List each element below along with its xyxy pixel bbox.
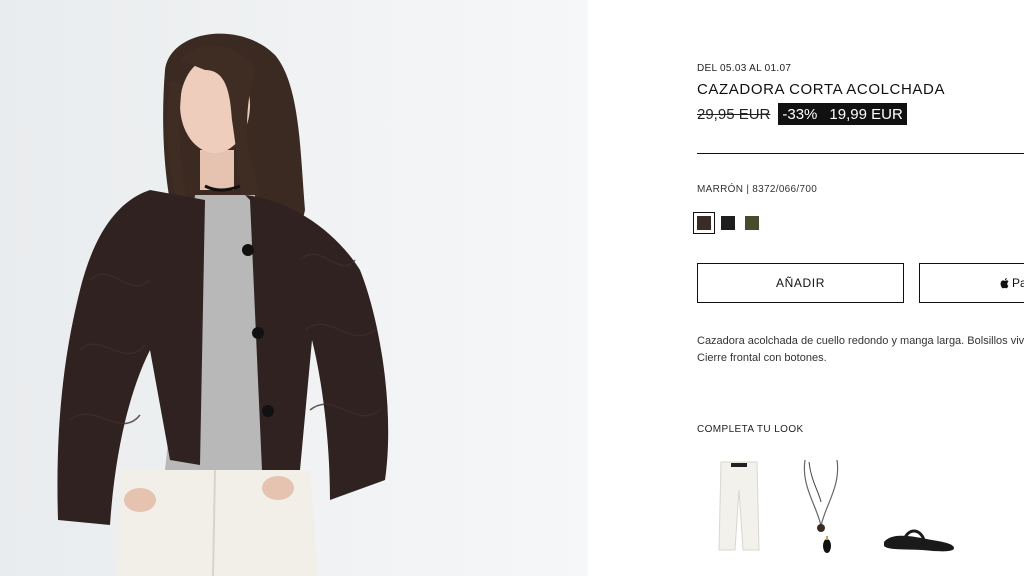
add-to-cart-button[interactable]: AÑADIR xyxy=(697,263,904,303)
divider xyxy=(697,153,1024,154)
complete-look-items xyxy=(697,452,1024,576)
swatch-brown[interactable] xyxy=(693,212,715,234)
discount-percent: -33% xyxy=(782,105,818,123)
pay-label: Pay xyxy=(1012,276,1024,290)
color-swatches xyxy=(693,212,759,234)
price-row: 29,95 EUR -33% 19,99 EUR xyxy=(697,103,907,125)
product-info-panel: DEL 05.03 AL 01.07 CAZADORA CORTA ACOLCH… xyxy=(693,0,1024,576)
product-photo xyxy=(0,0,588,576)
sale-price-badge: -33% 19,99 EUR xyxy=(778,103,907,125)
look-item-white-jeans[interactable] xyxy=(717,460,761,552)
look-item-black-sandal[interactable] xyxy=(882,522,956,554)
model-illustration xyxy=(0,0,588,576)
complete-look-title: COMPLETA TU LOOK xyxy=(697,424,804,435)
promo-dates: DEL 05.03 AL 01.07 xyxy=(697,63,792,74)
new-price: 19,99 EUR xyxy=(829,105,903,123)
product-title: CAZADORA CORTA ACOLCHADA xyxy=(697,81,946,98)
apple-icon xyxy=(1000,278,1009,289)
look-item-necklace[interactable] xyxy=(799,456,843,556)
swatch-olive[interactable] xyxy=(745,216,759,230)
apple-pay-button[interactable]: Pay xyxy=(919,263,1024,303)
old-price: 29,95 EUR xyxy=(697,105,771,123)
color-reference: MARRÓN | 8372/066/700 xyxy=(697,184,818,195)
product-description: Cazadora acolchada de cuello redondo y m… xyxy=(697,335,1024,364)
swatch-black[interactable] xyxy=(721,216,735,230)
